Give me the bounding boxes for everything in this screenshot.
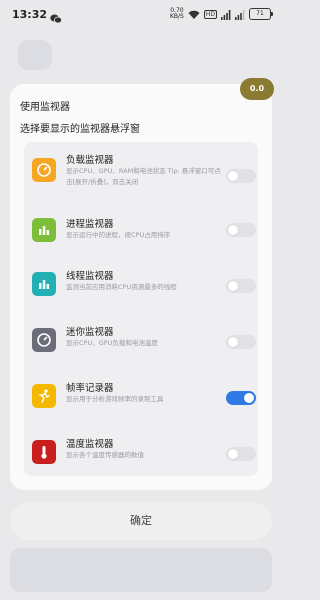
dialog-subtitle: 选择要显示的监视器悬浮窗 xyxy=(20,124,140,135)
monitor-item-temperature[interactable]: 温度监视器 显示各个温度传感器的数值 xyxy=(24,426,258,482)
background-blur-bottom xyxy=(10,548,272,592)
monitor-name: 负载监视器 xyxy=(66,155,114,166)
battery-icon: 71 xyxy=(249,8,273,20)
signal-icon xyxy=(221,5,231,24)
monitor-item-fps[interactable]: 帧率记录器 显示用于分析游戏帧率的录制工具 xyxy=(24,370,258,426)
monitor-name: 进程监视器 xyxy=(66,219,114,230)
thread-monitor-toggle[interactable] xyxy=(226,279,256,293)
monitor-list: 负载监视器 显示CPU、GPU、RAM和电池状态 Tip: 悬浮窗口可点击[展开… xyxy=(24,142,258,476)
monitor-desc: 显示CPU、GPU、RAM和电池状态 Tip: 悬浮窗口可点击[展开/折叠]，双… xyxy=(66,167,221,186)
fps-recorder-toggle[interactable] xyxy=(226,391,256,405)
hd-icon: HD xyxy=(203,9,217,19)
confirm-button[interactable]: 确定 xyxy=(10,502,272,540)
status-icons: 0.70 KB/S HD 71 xyxy=(170,5,273,24)
monitor-name: 帧率记录器 xyxy=(66,383,114,394)
monitor-item-load[interactable]: 负载监视器 显示CPU、GPU、RAM和电池状态 Tip: 悬浮窗口可点击[展开… xyxy=(24,146,258,202)
monitor-item-process[interactable]: 进程监视器 显示运行中的进程，按CPU占用排序 xyxy=(24,202,258,258)
monitor-desc: 显示运行中的进程，按CPU占用排序 xyxy=(66,231,171,239)
network-speed-unit: KB/S xyxy=(169,13,184,20)
monitor-item-thread[interactable]: 线程监视器 监测当前应用消耗CPU资源最多的线程 xyxy=(24,258,258,314)
process-monitor-toggle[interactable] xyxy=(226,223,256,237)
toggle-knob xyxy=(228,337,238,347)
toggle-knob xyxy=(244,393,254,403)
monitor-name: 迷你监视器 xyxy=(66,327,114,338)
monitor-desc: 显示CPU、GPU负载和电池温度 xyxy=(66,339,158,347)
gauge-icon xyxy=(32,158,56,182)
monitor-desc: 监测当前应用消耗CPU资源最多的线程 xyxy=(66,283,177,291)
monitor-dialog: 使用监视器 选择要显示的监视器悬浮窗 负载监视器 显示CPU、GPU、RAM和电… xyxy=(10,84,272,490)
wifi-icon xyxy=(188,5,200,24)
bar-chart-icon xyxy=(32,272,56,296)
temperature-monitor-toggle[interactable] xyxy=(226,447,256,461)
toggle-knob xyxy=(228,225,238,235)
status-time: 13:32 xyxy=(12,8,48,21)
dialog-title: 使用监视器 xyxy=(20,102,70,113)
background-blur xyxy=(18,40,52,70)
toggle-knob xyxy=(228,281,238,291)
gauge-icon xyxy=(32,328,56,352)
bar-chart-icon xyxy=(32,218,56,242)
fps-badge[interactable]: 0.0 xyxy=(240,78,274,100)
thermometer-icon xyxy=(32,440,56,464)
network-speed: 0.70 KB/S xyxy=(170,8,184,20)
monitor-item-mini[interactable]: 迷你监视器 显示CPU、GPU负载和电池温度 xyxy=(24,314,258,370)
toggle-knob xyxy=(228,449,238,459)
monitor-name: 温度监视器 xyxy=(66,439,114,450)
monitor-desc: 显示各个温度传感器的数值 xyxy=(66,451,144,459)
monitor-desc: 显示用于分析游戏帧率的录制工具 xyxy=(66,395,164,403)
status-bar: 13:32 0.70 KB/S HD 71 xyxy=(0,0,281,32)
monitor-name: 线程监视器 xyxy=(66,271,114,282)
wechat-icon xyxy=(50,9,62,24)
mini-monitor-toggle[interactable] xyxy=(226,335,256,349)
signal-icon-2 xyxy=(235,5,245,24)
toggle-knob xyxy=(228,171,238,181)
runner-icon xyxy=(32,384,56,408)
load-monitor-toggle[interactable] xyxy=(226,169,256,183)
